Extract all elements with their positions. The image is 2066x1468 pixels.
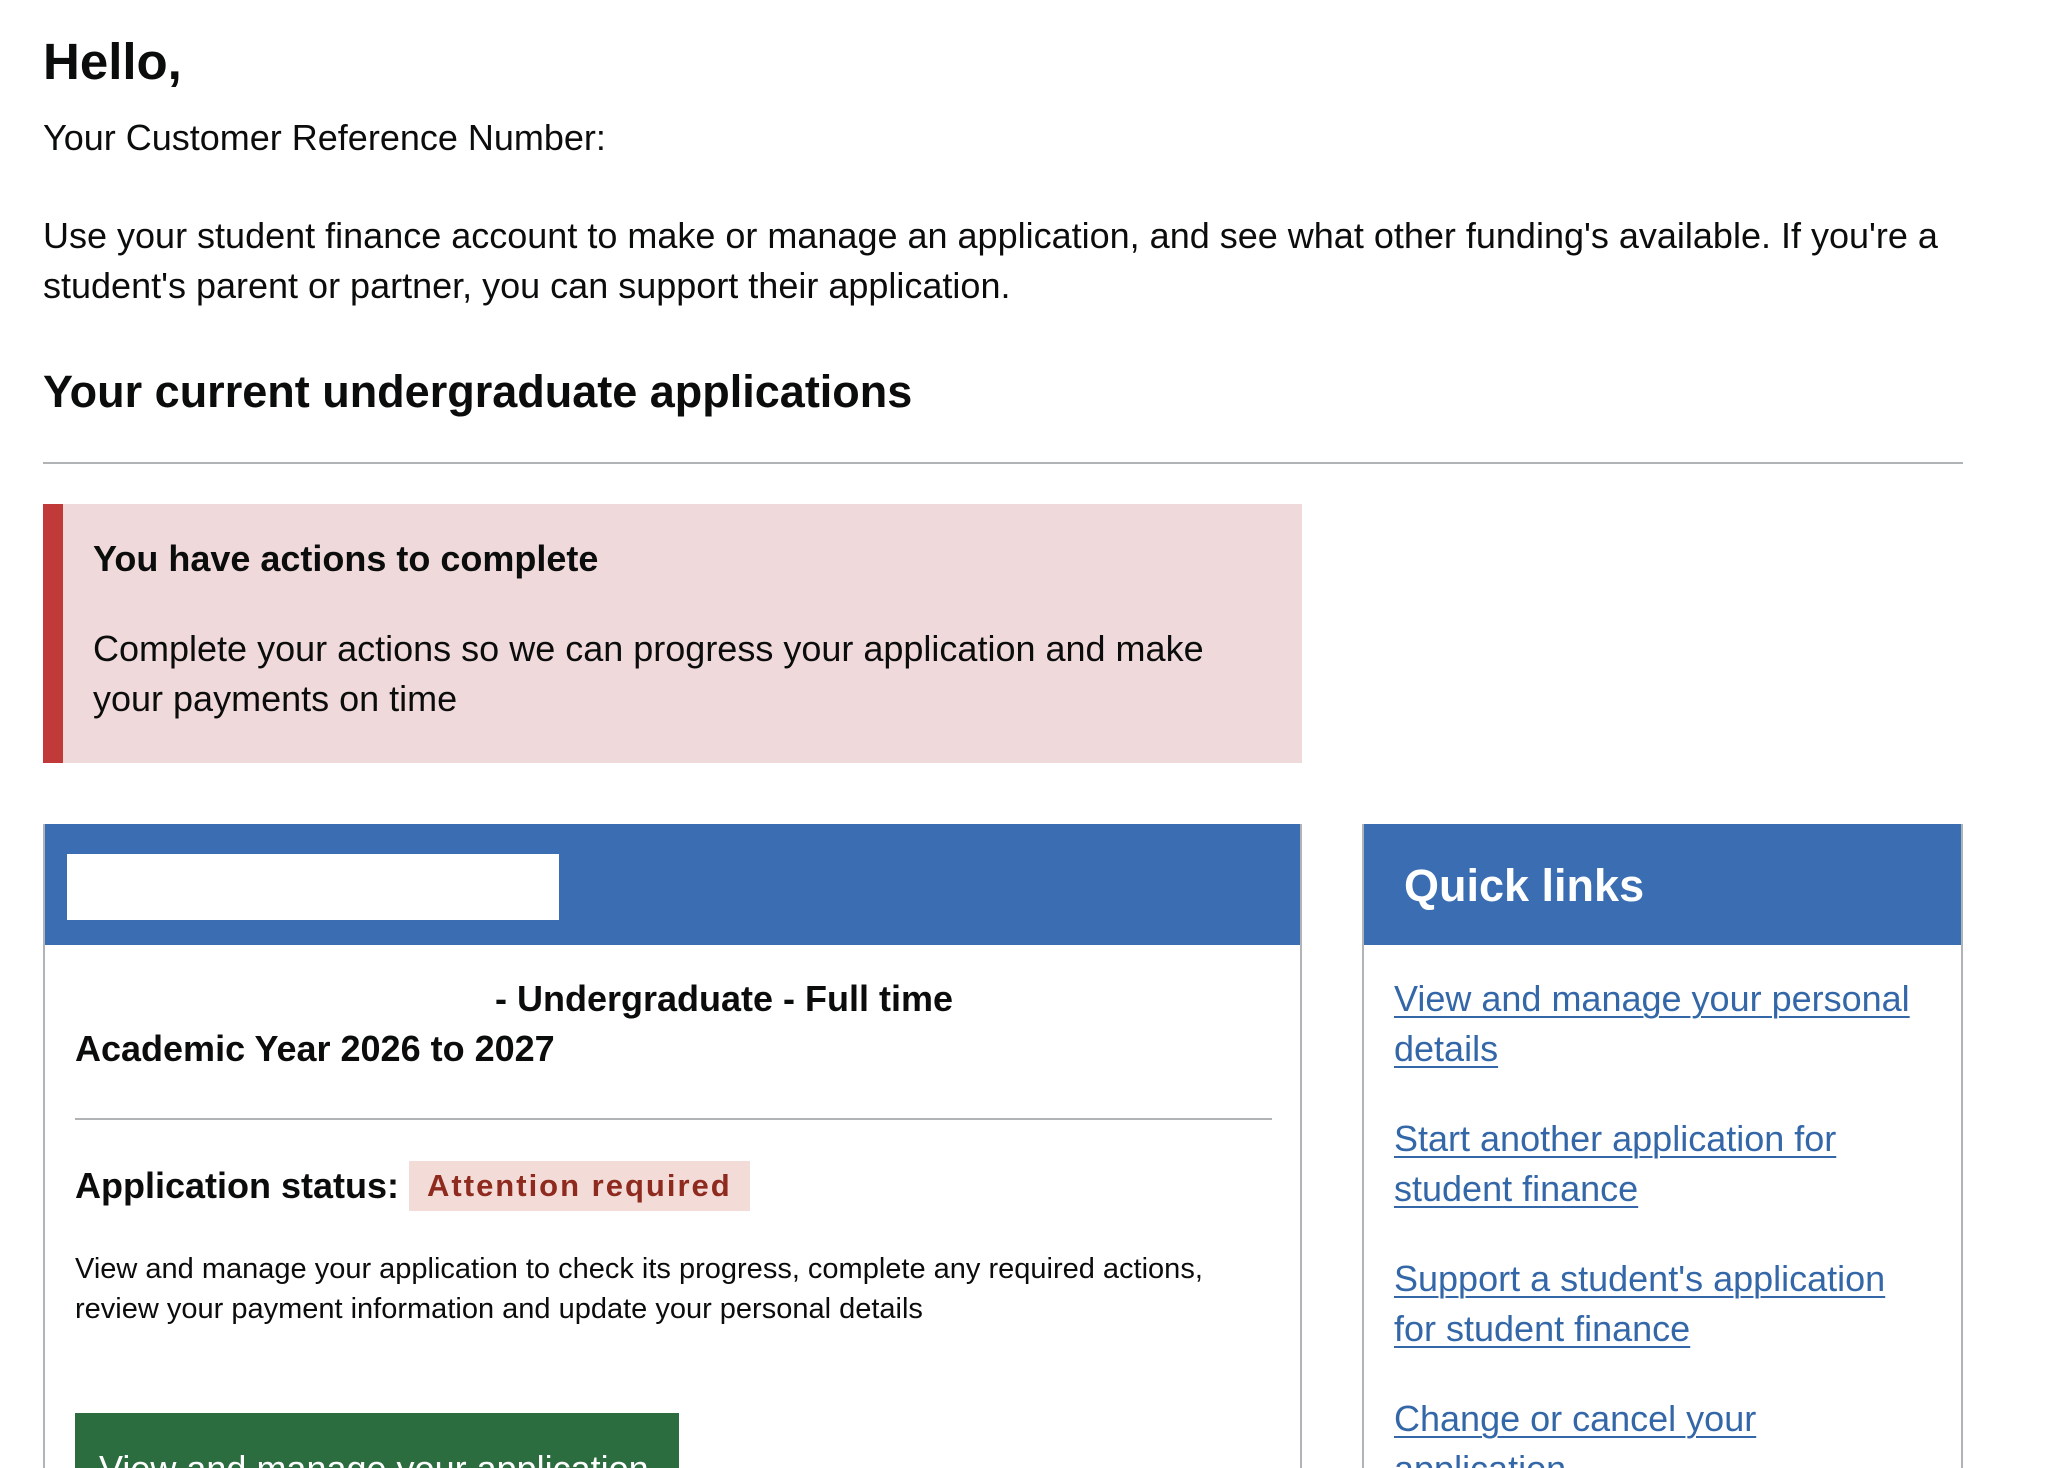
card-divider (75, 1118, 1272, 1120)
status-badge: Attention required (409, 1161, 750, 1211)
course-details: - Undergraduate - Full time Academic Yea… (75, 974, 1265, 1074)
application-card-header (45, 824, 1300, 945)
list-item: Support a student's application for stud… (1394, 1254, 1934, 1354)
quick-links-header: Quick links (1364, 824, 1961, 945)
actions-notice-banner: You have actions to complete Complete yo… (43, 504, 1302, 763)
support-student-application-link[interactable]: Support a student's application for stud… (1394, 1258, 1885, 1349)
list-item: Change or cancel your application (1394, 1394, 1934, 1468)
application-description: View and manage your application to chec… (75, 1253, 1203, 1325)
quick-links-title: Quick links (1404, 860, 1645, 911)
start-another-application-link[interactable]: Start another application for student fi… (1394, 1118, 1836, 1209)
quick-links-list: View and manage your personal details St… (1364, 974, 1961, 1468)
application-card: - Undergraduate - Full time Academic Yea… (43, 824, 1302, 1468)
academic-year: Academic Year 2026 to 2027 (75, 1028, 555, 1069)
list-item: View and manage your personal details (1394, 974, 1934, 1074)
applications-heading: Your current undergraduate applications (43, 366, 913, 417)
view-manage-application-button[interactable]: View and manage your application (75, 1413, 679, 1468)
notice-body: Complete your actions so we can progress… (93, 628, 1204, 719)
change-cancel-application-link[interactable]: Change or cancel your application (1394, 1398, 1756, 1468)
list-item: Start another application for student fi… (1394, 1114, 1934, 1214)
application-name-redacted (67, 854, 559, 920)
quick-links-panel: Quick links View and manage your persona… (1362, 824, 1963, 1468)
student-finance-dashboard: Hello, Your Customer Reference Number: U… (0, 0, 2066, 1468)
personal-details-link[interactable]: View and manage your personal details (1394, 978, 1910, 1069)
customer-reference-number: Your Customer Reference Number: (43, 117, 606, 158)
section-divider (43, 462, 1963, 464)
course-mode: - Undergraduate - Full time (495, 978, 954, 1019)
intro-text: Use your student finance account to make… (43, 215, 1938, 306)
application-status-label: Application status: (75, 1165, 400, 1206)
notice-title: You have actions to complete (93, 538, 599, 579)
greeting-heading: Hello, (43, 33, 182, 90)
application-status-row: Application status: Attention required (75, 1159, 750, 1213)
